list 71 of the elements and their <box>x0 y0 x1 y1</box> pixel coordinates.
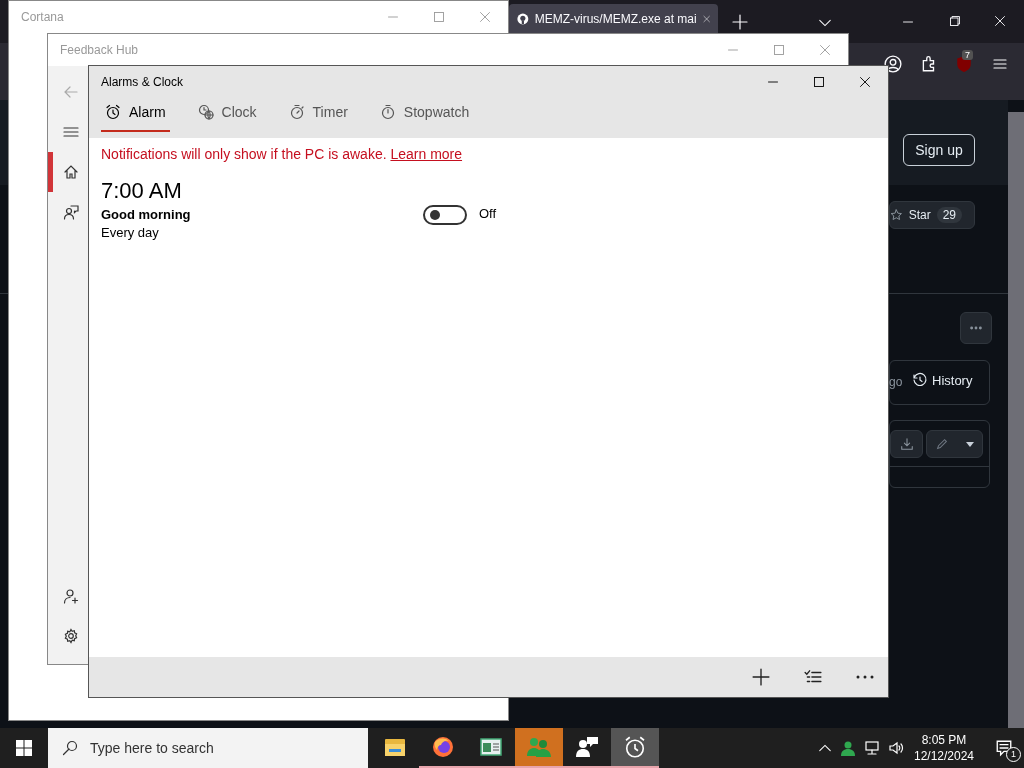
new-tab-icon <box>732 14 748 30</box>
search-field[interactable]: Type here to search <box>48 728 368 768</box>
toggle-label: Off <box>479 206 497 223</box>
home-icon <box>62 164 79 180</box>
history-icon <box>912 372 928 388</box>
window-title: Feedback Hub <box>60 43 140 57</box>
add-icon <box>752 668 770 686</box>
maximize-icon <box>813 76 825 88</box>
back-arrow-icon <box>62 84 79 100</box>
people-icon <box>526 736 552 758</box>
feedback-icon <box>62 204 79 220</box>
more-icon <box>856 675 874 679</box>
alarm-repeat: Every day <box>101 225 160 240</box>
tab[interactable]: Stopwatch <box>375 98 474 132</box>
clock-date[interactable]: 12/12/2024 <box>912 748 976 764</box>
star-label: Star <box>908 208 931 222</box>
close-icon <box>819 44 831 56</box>
timer-icon <box>288 104 305 120</box>
window-title: Alarms & Clock <box>101 75 184 89</box>
sign-up-button[interactable]: Sign up <box>903 134 975 166</box>
close-icon <box>859 76 871 88</box>
folder-icon <box>384 737 406 757</box>
download-icon <box>899 437 914 451</box>
clock-time[interactable]: 8:05 PM <box>912 732 976 748</box>
restore-icon <box>949 15 961 27</box>
tab-title: MEMZ-virus/MEMZ.exe at mai <box>534 11 697 26</box>
stopwatch-icon <box>379 104 396 120</box>
extension-badge: 7 <box>962 50 973 60</box>
star-button[interactable]: Star 29 <box>889 201 975 229</box>
learn-more-link[interactable]: Learn more <box>390 146 463 162</box>
window-icon <box>480 737 502 757</box>
history-button[interactable]: History <box>912 372 973 388</box>
scrollbar[interactable] <box>1008 112 1024 728</box>
star-icon <box>890 208 903 222</box>
settings-icon <box>62 628 79 644</box>
volume-icon <box>888 740 904 756</box>
tab[interactable]: Clock <box>193 98 261 132</box>
toggle-switch[interactable] <box>423 205 467 225</box>
star-count: 29 <box>936 207 962 223</box>
notification-icon <box>995 739 1013 757</box>
caret-icon <box>965 441 974 447</box>
close-icon <box>479 11 491 23</box>
pencil-icon <box>935 437 950 451</box>
network-icon <box>864 740 880 756</box>
menu-icon <box>62 124 79 140</box>
maximize-icon <box>773 44 785 56</box>
browser-tab[interactable]: MEMZ-virus/MEMZ.exe at mai <box>509 4 718 33</box>
window-title: Cortana <box>21 10 65 24</box>
tab[interactable]: Alarm <box>101 98 170 132</box>
close-icon <box>994 15 1006 27</box>
alarm-icon <box>105 104 121 120</box>
alarm-time: 7:00 AM <box>101 178 183 204</box>
tab[interactable]: Timer <box>284 98 352 132</box>
chat-people-icon <box>575 736 599 758</box>
add-account-icon <box>62 588 79 604</box>
person-icon <box>840 740 856 756</box>
commit-time: go <box>889 375 903 389</box>
maximize-icon <box>433 11 445 23</box>
windows-icon[interactable] <box>16 740 32 756</box>
menu-icon <box>992 56 1008 72</box>
alarm-name: Good morning <box>101 207 192 222</box>
clock-icon <box>197 104 214 120</box>
notice-text: Notifications will only show if the PC is awake. Learn more <box>101 146 464 162</box>
close-icon <box>702 13 710 24</box>
globe-icon <box>432 736 454 758</box>
search-icon <box>62 740 78 756</box>
taskbar-app[interactable] <box>611 728 659 768</box>
edit-button[interactable] <box>926 430 983 458</box>
alarm-clock-icon <box>623 735 647 759</box>
notification-count: 1 <box>1006 747 1021 762</box>
download-button[interactable] <box>890 430 923 458</box>
